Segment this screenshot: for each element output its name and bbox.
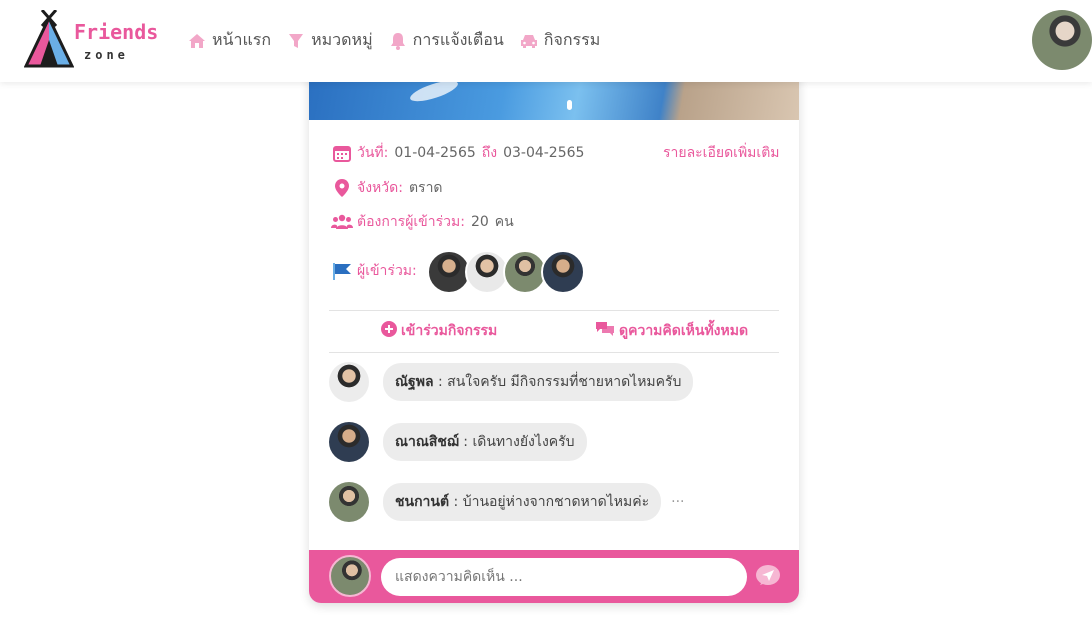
- location-pin-icon: [331, 178, 353, 198]
- comment-item: ณาณสิชฌ์ : เดินทางยังไงครับ: [329, 422, 587, 462]
- event-card: วันที่ : 01-04-2565 ถึง 03-04-2565 รายละ…: [309, 60, 799, 603]
- comment-bubble: ณาณสิชฌ์ : เดินทางยังไงครับ: [383, 423, 587, 461]
- commenter-avatar[interactable]: [329, 482, 369, 522]
- event-date-row: วันที่ : 01-04-2565 ถึง 03-04-2565: [331, 142, 584, 164]
- event-province-row: จังหวัด : ตราด: [331, 177, 443, 199]
- plus-circle-icon: [381, 321, 397, 341]
- event-needed-row: ต้องการผู้เข้าร่วม : 20 คน: [331, 211, 514, 233]
- event-participants-row: ผู้เข้าร่วม :: [331, 260, 417, 282]
- home-icon: [188, 32, 206, 50]
- nav-label-home: หน้าแรก: [212, 30, 272, 49]
- needed-unit: คน: [494, 214, 514, 230]
- comment-more-options-icon[interactable]: ···: [671, 494, 684, 510]
- flag-icon: [331, 261, 353, 281]
- brand-sub: zone: [84, 48, 129, 62]
- divider: [329, 310, 779, 311]
- nav-item-category[interactable]: หมวดหมู่: [287, 28, 373, 53]
- more-details-link[interactable]: รายละเอียดเพิ่มเติม: [663, 142, 780, 164]
- needed-label: ต้องการผู้เข้าร่วม: [357, 214, 461, 230]
- nav-item-notification[interactable]: การแจ้งเตือน: [389, 28, 504, 53]
- navbar: Friends zone หน้าแรก หมวดหมู่ การแจ้งเตื…: [0, 0, 1092, 82]
- comment-text: สนใจครับ มีกิจกรรมที่ชายหาดไหมครับ: [447, 374, 682, 390]
- comments-icon: [595, 321, 615, 341]
- main-nav: หน้าแรก หมวดหมู่ การแจ้งเตือน กิจกรรม: [188, 28, 600, 53]
- divider: [329, 352, 779, 353]
- province-label: จังหวัด: [357, 180, 399, 196]
- participants-label: ผู้เข้าร่วม: [357, 263, 413, 279]
- participant-avatar[interactable]: [541, 250, 585, 294]
- participants-list: [427, 250, 585, 294]
- car-icon: [520, 32, 538, 50]
- comment-text: บ้านอยู่ห่างจากชาดหาดไหมค่ะ: [462, 494, 650, 510]
- bell-icon: [389, 32, 407, 50]
- comment-input[interactable]: [381, 558, 747, 596]
- brand-logo[interactable]: Friends zone: [23, 9, 158, 72]
- comment-bubble: ณัฐพล : สนใจครับ มีกิจกรรมที่ชายหาดไหมคร…: [383, 363, 694, 401]
- nav-item-home[interactable]: หน้าแรก: [188, 28, 271, 53]
- date-to-label: ถึง: [481, 145, 498, 161]
- banner-dot: [567, 100, 572, 110]
- nav-label-category: หมวดหมู่: [311, 30, 373, 49]
- commenter-avatar[interactable]: [329, 422, 369, 462]
- province-value: ตราด: [408, 180, 443, 196]
- comment-bubble: ชนกานต์ : บ้านอยู่ห่างจากชาดหาดไหมค่ะ: [383, 483, 662, 521]
- calendar-icon: [331, 143, 353, 163]
- date-to: 03-04-2565: [503, 145, 585, 161]
- date-label: วันที่: [357, 145, 384, 161]
- nav-label-activity: กิจกรรม: [543, 30, 601, 49]
- commenter-name[interactable]: ชนกานต์: [395, 494, 449, 510]
- needed-count: 20: [470, 214, 489, 230]
- nav-item-activity[interactable]: กิจกรรม: [520, 28, 600, 53]
- send-comment-icon[interactable]: [755, 564, 781, 588]
- commenter-name[interactable]: ณัฐพล: [395, 374, 434, 390]
- commenter-name[interactable]: ณาณสิชฌ์: [395, 434, 459, 450]
- filter-icon: [287, 32, 305, 50]
- comment-item: ณัฐพล : สนใจครับ มีกิจกรรมที่ชายหาดไหมคร…: [329, 362, 694, 402]
- date-from: 01-04-2565: [394, 145, 476, 161]
- commenter-avatar[interactable]: [329, 362, 369, 402]
- user-avatar[interactable]: [1032, 10, 1092, 70]
- join-activity-button[interactable]: เข้าร่วมกิจกรรม: [381, 320, 497, 342]
- view-all-comments-button[interactable]: ดูความคิดเห็นทั้งหมด: [595, 320, 748, 342]
- comment-composer: [309, 550, 799, 603]
- current-user-avatar: [329, 555, 371, 597]
- view-all-comments-label: ดูความคิดเห็นทั้งหมด: [619, 323, 749, 339]
- comment-text: เดินทางยังไงครับ: [472, 434, 575, 450]
- brand-name: Friends: [74, 20, 159, 44]
- comment-item: ชนกานต์ : บ้านอยู่ห่างจากชาดหาดไหมค่ะ ··…: [329, 482, 684, 522]
- nav-label-notification: การแจ้งเตือน: [412, 30, 504, 49]
- tent-icon: [23, 9, 75, 68]
- users-icon: [331, 212, 353, 232]
- join-activity-label: เข้าร่วมกิจกรรม: [401, 323, 498, 339]
